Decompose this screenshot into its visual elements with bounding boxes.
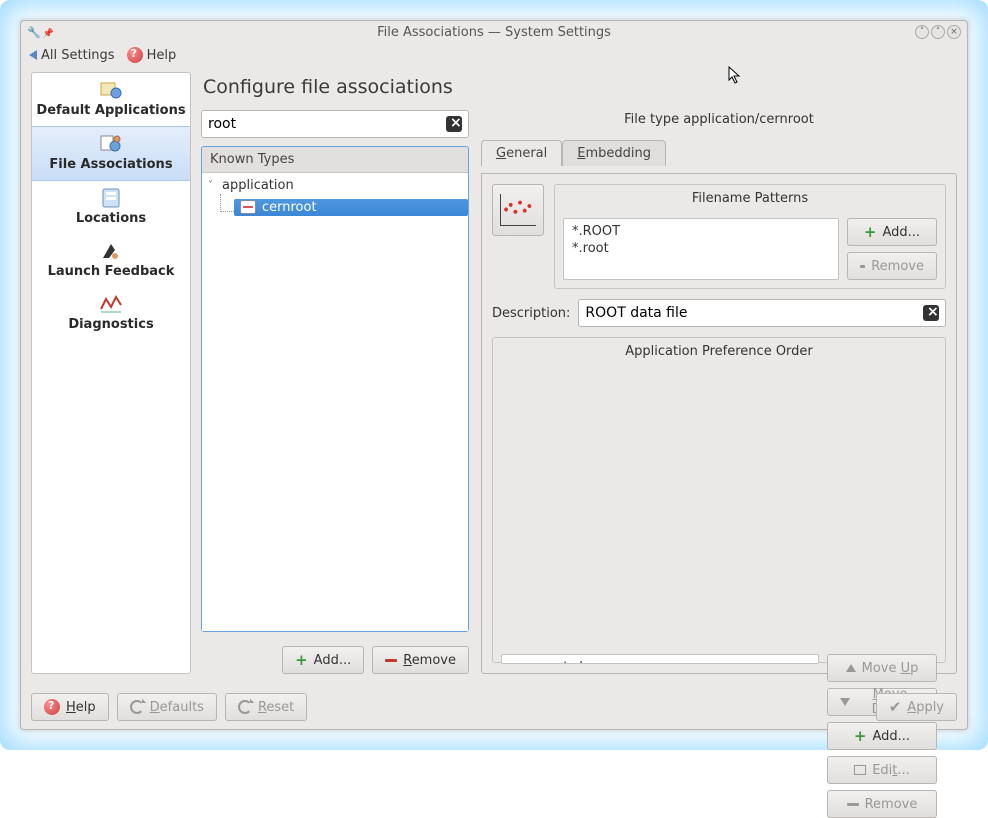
footer: Help Defaults Reset ✔ Apply	[21, 684, 967, 729]
add-label: Add...	[883, 225, 921, 240]
edit-icon	[854, 765, 866, 775]
patterns-listbox[interactable]: *.ROOT *.root	[563, 218, 839, 280]
edit-label: Edit...	[872, 763, 910, 778]
patterns-add-button[interactable]: + Add...	[847, 218, 937, 246]
help-icon	[44, 699, 60, 715]
tree-node-label: application	[222, 178, 294, 193]
tab-panel-general: Filename Patterns *.ROOT *.root + Add.	[481, 173, 957, 674]
tabs: General Embedding	[481, 139, 957, 165]
triangle-up-icon	[846, 664, 856, 672]
settings-window: File Associations — System Settings ˅ ˄ …	[20, 20, 968, 730]
minus-icon	[385, 659, 397, 662]
apps-remove-button[interactable]: Remove	[827, 790, 937, 818]
footer-help-button[interactable]: Help	[31, 693, 109, 721]
root-chart-icon	[500, 194, 536, 226]
help-label: Help	[147, 48, 177, 63]
titlebar: File Associations — System Settings ˅ ˄ …	[21, 21, 967, 43]
plus-icon: +	[854, 727, 867, 745]
sidebar-item-label: Locations	[76, 211, 146, 226]
tab-embedding[interactable]: Embedding	[562, 140, 666, 166]
minus-icon	[847, 803, 859, 806]
move-up-label: Move Up	[862, 661, 919, 676]
known-types-header: Known Types	[202, 147, 468, 173]
apps-edit-button[interactable]: Edit...	[827, 756, 937, 784]
tree-node-label: cernroot	[262, 200, 317, 215]
clear-search-icon[interactable]	[446, 116, 462, 132]
apps-move-up-button[interactable]: Move Up	[827, 654, 937, 682]
apps-listbox[interactable]: openroot.sh	[501, 654, 819, 664]
close-icon[interactable]: ×	[947, 25, 961, 39]
reset-label: Reset	[258, 700, 294, 715]
help-icon	[127, 47, 143, 63]
reset-icon	[238, 700, 252, 714]
all-settings-button[interactable]: All Settings	[29, 48, 115, 63]
pin-icon[interactable]	[43, 25, 54, 40]
toolbar: All Settings Help	[21, 43, 967, 72]
sidebar-item-launch-feedback[interactable]: Launch Feedback	[32, 234, 190, 287]
footer-defaults-button[interactable]: Defaults	[117, 693, 217, 721]
back-arrow-icon	[29, 50, 37, 60]
locations-icon	[99, 187, 123, 209]
plus-icon: +	[864, 223, 877, 241]
types-add-button[interactable]: + Add...	[282, 646, 364, 674]
launch-feedback-icon	[99, 240, 123, 262]
patterns-title: Filename Patterns	[563, 191, 937, 206]
filetype-icon	[240, 200, 256, 214]
description-input-wrapper[interactable]	[578, 299, 946, 327]
clear-description-icon[interactable]	[923, 305, 939, 321]
apply-label: Apply	[907, 700, 944, 715]
diagnostics-icon	[99, 293, 123, 315]
all-settings-label: All Settings	[41, 48, 115, 63]
expander-icon[interactable]: ˅	[208, 180, 218, 191]
sidebar-item-label: Launch Feedback	[48, 264, 175, 279]
apps-title: Application Preference Order	[501, 344, 937, 650]
sidebar-item-label: Default Applications	[36, 103, 185, 118]
maximize-icon[interactable]: ˄	[931, 25, 945, 39]
remove-label: Remove	[403, 653, 456, 668]
app-menu-icon[interactable]	[27, 25, 41, 40]
remove-label: Remove	[871, 259, 924, 274]
check-icon: ✔	[889, 698, 902, 716]
sidebar-item-label: File Associations	[49, 157, 172, 172]
list-item[interactable]: openroot.sh	[510, 659, 810, 664]
footer-apply-button[interactable]: ✔ Apply	[876, 693, 957, 721]
page-title: Configure file associations	[201, 72, 957, 110]
types-remove-button[interactable]: Remove	[372, 646, 469, 674]
minimize-icon[interactable]: ˅	[915, 25, 929, 39]
patterns-remove-button[interactable]: Remove	[847, 252, 937, 280]
file-assoc-icon	[99, 133, 123, 155]
defaults-label: Defaults	[150, 700, 204, 715]
plus-icon: +	[295, 651, 308, 669]
default-apps-icon	[99, 79, 123, 101]
known-types-tree[interactable]: ˅ application cernroot	[202, 173, 468, 631]
tree-node-cernroot[interactable]: cernroot	[220, 194, 468, 220]
sidebar: Default Applications File Associations L…	[31, 72, 191, 674]
help-button[interactable]: Help	[127, 47, 177, 63]
tab-general[interactable]: General	[481, 140, 562, 166]
sidebar-item-default-applications[interactable]: Default Applications	[32, 73, 190, 126]
window-title: File Associations — System Settings	[377, 25, 611, 40]
file-type-label: File type application/cernroot	[481, 110, 957, 131]
minus-icon	[860, 265, 865, 268]
list-item[interactable]: *.root	[572, 240, 830, 257]
tree-node-application[interactable]: ˅ application	[202, 177, 468, 194]
add-label: Add...	[314, 653, 352, 668]
filetype-icon-button[interactable]	[492, 184, 544, 236]
search-input[interactable]	[208, 116, 446, 132]
tree-line	[220, 194, 234, 212]
sidebar-item-locations[interactable]: Locations	[32, 181, 190, 234]
footer-reset-button[interactable]: Reset	[225, 693, 307, 721]
add-label: Add...	[873, 729, 911, 744]
defaults-icon	[130, 700, 144, 714]
remove-label: Remove	[865, 797, 918, 812]
sidebar-item-label: Diagnostics	[68, 317, 153, 332]
help-label: Help	[66, 700, 96, 715]
sidebar-item-diagnostics[interactable]: Diagnostics	[32, 287, 190, 340]
description-label: Description:	[492, 306, 570, 321]
search-input-wrapper[interactable]	[201, 110, 469, 138]
list-item[interactable]: *.ROOT	[572, 223, 830, 240]
description-input[interactable]	[585, 305, 923, 321]
sidebar-item-file-associations[interactable]: File Associations	[32, 126, 190, 181]
